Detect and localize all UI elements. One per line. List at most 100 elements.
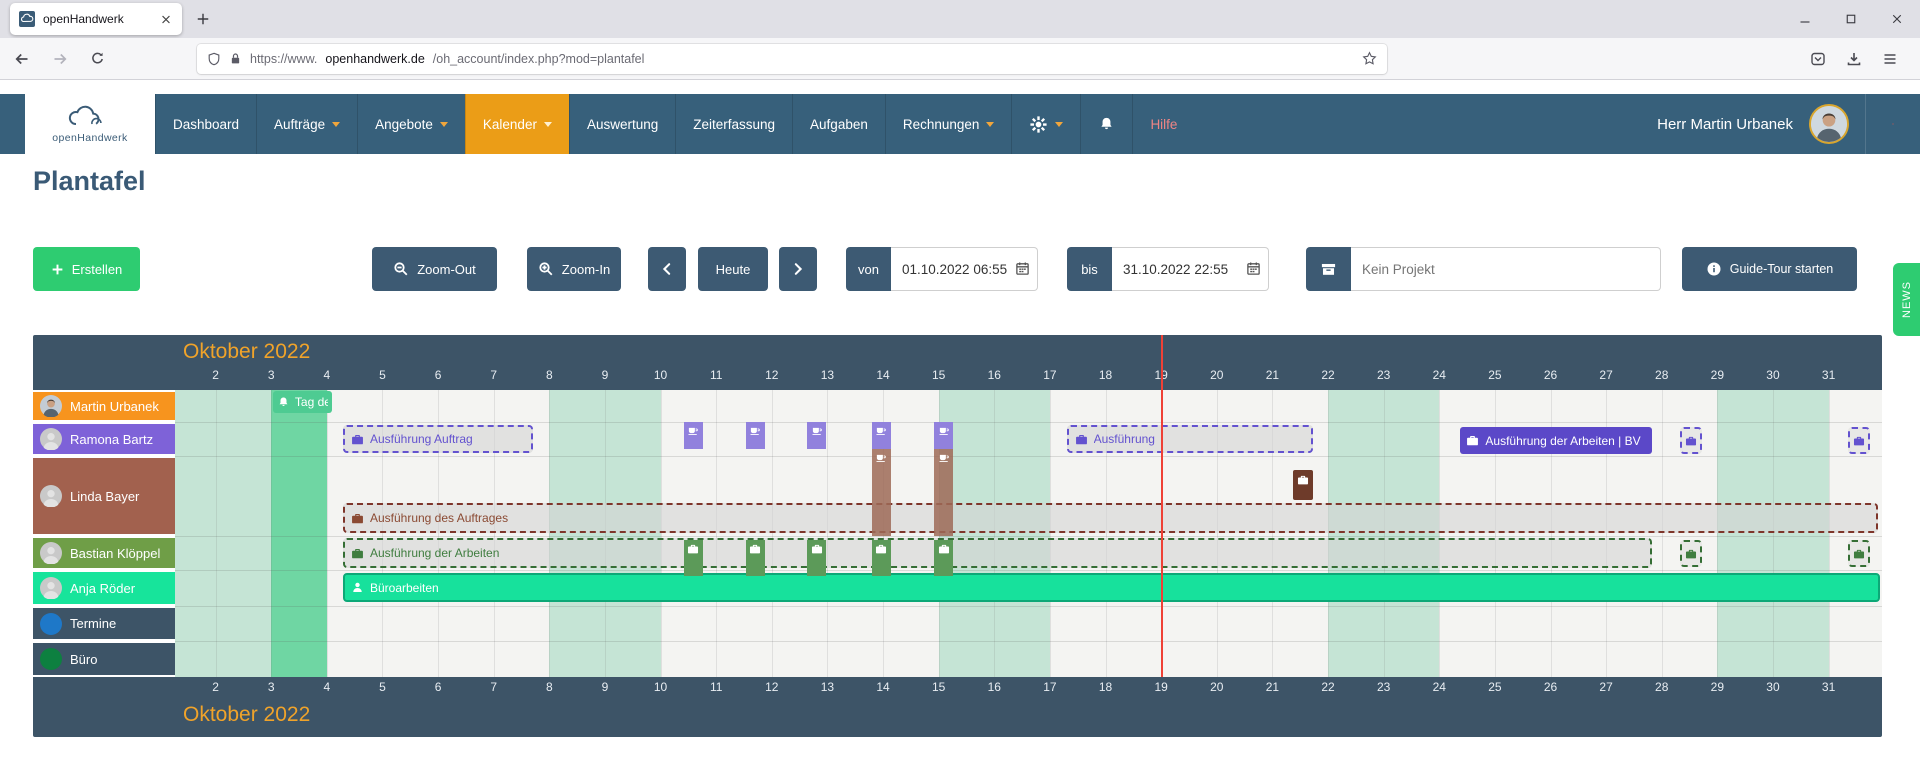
cloud-logo-icon bbox=[66, 105, 114, 131]
user-avatar[interactable] bbox=[1809, 104, 1849, 144]
gantt-item-block-green[interactable] bbox=[934, 540, 953, 576]
next-period-button[interactable] bbox=[779, 247, 817, 291]
close-window-icon[interactable] bbox=[1874, 0, 1920, 38]
day-tick-label: 18 bbox=[1099, 680, 1112, 694]
news-side-tab[interactable]: NEWS bbox=[1893, 263, 1920, 336]
row-label-bastian-kl-ppel[interactable]: Bastian Klöppel bbox=[33, 538, 175, 568]
gantt-item-holiday-label[interactable]: Tag de bbox=[273, 391, 333, 413]
gantt-item-block-green[interactable] bbox=[807, 540, 826, 576]
day-tick-label: 25 bbox=[1488, 680, 1501, 694]
nav-item-aufgaben[interactable]: Aufgaben bbox=[792, 94, 885, 154]
row-label-martin-urbanek[interactable]: Martin Urbanek bbox=[33, 392, 175, 420]
gantt-item-mini-dashed-purple[interactable] bbox=[1680, 427, 1702, 454]
gantt-item-block-brown-solid[interactable] bbox=[1293, 470, 1313, 500]
nav-item-auftraege[interactable]: Aufträge bbox=[256, 94, 357, 154]
briefcase-icon bbox=[938, 543, 950, 555]
gantt-item-block-purple[interactable] bbox=[872, 422, 891, 449]
briefcase-icon bbox=[1466, 434, 1479, 447]
gantt-item-block-green[interactable] bbox=[684, 540, 703, 576]
zoom-in-button[interactable]: Zoom-In bbox=[527, 247, 621, 291]
gantt-item-mini-dashed-green[interactable] bbox=[1680, 540, 1702, 567]
day-tick-label: 8 bbox=[546, 368, 553, 382]
gantt-item-solid-spring[interactable]: Büroarbeiten bbox=[343, 573, 1880, 602]
gantt-item-block-brown[interactable] bbox=[934, 449, 953, 536]
app-logo[interactable]: openHandwerk bbox=[25, 94, 155, 154]
lock-icon[interactable] bbox=[229, 52, 242, 65]
gantt-item-block-purple[interactable] bbox=[684, 422, 703, 449]
nav-item-rechnungen[interactable]: Rechnungen bbox=[885, 94, 1012, 154]
tracking-shield-icon[interactable] bbox=[207, 52, 221, 66]
browser-tab-bar: openHandwerk bbox=[0, 0, 1920, 38]
briefcase-icon bbox=[1853, 435, 1865, 447]
gantt-item-dashed-purple[interactable]: Ausführung bbox=[1067, 425, 1313, 453]
gantt-item-block-brown[interactable] bbox=[872, 449, 891, 536]
url-path: /oh_account/index.php?mod=plantafel bbox=[433, 52, 645, 66]
row-label-termine[interactable]: Termine bbox=[33, 608, 175, 639]
gantt-item-dashed-purple[interactable]: Ausführung Auftrag bbox=[343, 425, 533, 453]
date-to-label: bis bbox=[1067, 247, 1112, 291]
archive-box-icon bbox=[1320, 261, 1337, 278]
project-filter-input[interactable] bbox=[1351, 247, 1661, 291]
create-button[interactable]: Erstellen bbox=[33, 247, 140, 291]
gantt-item-dashed-brown[interactable]: Ausführung des Auftrages bbox=[343, 503, 1878, 533]
gantt-item-block-purple[interactable] bbox=[807, 422, 826, 449]
row-label-linda-bayer[interactable]: Linda Bayer bbox=[33, 458, 175, 534]
calendar-icon[interactable] bbox=[1015, 261, 1030, 276]
zoom-out-button[interactable]: Zoom-Out bbox=[372, 247, 497, 291]
gantt-item-mini-dashed-purple[interactable] bbox=[1848, 427, 1870, 454]
nav-item-settings[interactable] bbox=[1011, 94, 1080, 154]
holiday-band bbox=[271, 390, 327, 677]
back-icon[interactable] bbox=[14, 51, 30, 67]
avatar bbox=[40, 577, 62, 599]
day-tick-label: 19 bbox=[1154, 680, 1167, 694]
nav-item-angebote[interactable]: Angebote bbox=[357, 94, 465, 154]
gantt-item-block-purple[interactable] bbox=[746, 422, 765, 449]
logout-power-icon[interactable] bbox=[1882, 113, 1904, 135]
tab-close-icon[interactable] bbox=[159, 14, 173, 25]
chevron-down-icon bbox=[440, 122, 448, 131]
day-tick-label: 26 bbox=[1544, 368, 1557, 382]
pocket-icon[interactable] bbox=[1810, 51, 1826, 67]
downloads-icon[interactable] bbox=[1846, 51, 1862, 67]
gantt-item-solid-purple[interactable]: Ausführung der Arbeiten | BV bbox=[1460, 427, 1651, 454]
url-field[interactable]: https://www.openhandwerk.de/oh_account/i… bbox=[197, 44, 1387, 74]
grid-line bbox=[716, 390, 717, 677]
grid-line bbox=[994, 390, 995, 677]
row-separator bbox=[175, 570, 1882, 571]
calendar-icon[interactable] bbox=[1246, 261, 1261, 276]
day-tick-label: 23 bbox=[1377, 368, 1390, 382]
maximize-icon[interactable] bbox=[1828, 0, 1874, 38]
today-button[interactable]: Heute bbox=[698, 247, 768, 291]
nav-item-zeiterfassung[interactable]: Zeiterfassung bbox=[675, 94, 792, 154]
day-tick-label: 27 bbox=[1599, 680, 1612, 694]
grid-line bbox=[1773, 390, 1774, 677]
bell-icon bbox=[1098, 116, 1115, 133]
reload-icon[interactable] bbox=[90, 51, 105, 66]
briefcase-icon bbox=[1075, 433, 1088, 446]
new-tab-icon[interactable] bbox=[196, 12, 210, 26]
nav-item-auswertung[interactable]: Auswertung bbox=[569, 94, 675, 154]
chevron-right-icon bbox=[791, 262, 805, 276]
menu-hamburger-icon[interactable] bbox=[1882, 51, 1898, 67]
gantt-item-block-green[interactable] bbox=[746, 540, 765, 576]
forward-icon[interactable] bbox=[52, 51, 68, 67]
browser-tab[interactable]: openHandwerk bbox=[10, 3, 182, 35]
gantt-item-mini-dashed-green[interactable] bbox=[1848, 540, 1870, 567]
nav-item-kalender[interactable]: Kalender bbox=[465, 94, 569, 154]
prev-period-button[interactable] bbox=[648, 247, 686, 291]
gantt-item-block-green[interactable] bbox=[872, 540, 891, 576]
gantt-header: Oktober 2022 234567891011121314151617181… bbox=[33, 335, 1882, 390]
minimize-icon[interactable] bbox=[1782, 0, 1828, 38]
guide-tour-button[interactable]: Guide-Tour starten bbox=[1682, 247, 1857, 291]
nav-item-dashboard[interactable]: Dashboard bbox=[155, 94, 256, 154]
chevron-left-icon bbox=[660, 262, 674, 276]
nav-item-notifications[interactable] bbox=[1080, 94, 1132, 154]
bookmark-star-icon[interactable] bbox=[1362, 51, 1377, 66]
day-tick-label: 31 bbox=[1822, 368, 1835, 382]
row-label-anja-r-der[interactable]: Anja Röder bbox=[33, 572, 175, 604]
row-label-ramona-bartz[interactable]: Ramona Bartz bbox=[33, 424, 175, 454]
gantt-item-block-purple[interactable] bbox=[934, 422, 953, 449]
nav-item-hilfe[interactable]: Hilfe bbox=[1132, 94, 1194, 154]
gantt-item-dashed-green[interactable]: Ausführung der Arbeiten bbox=[343, 538, 1652, 568]
row-label-b-ro[interactable]: Büro bbox=[33, 643, 175, 675]
